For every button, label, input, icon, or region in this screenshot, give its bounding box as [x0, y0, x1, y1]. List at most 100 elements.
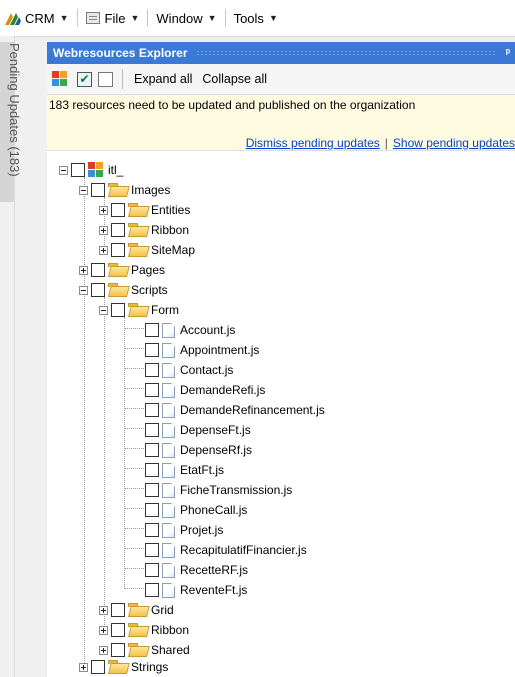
- expand-toggle[interactable]: [79, 662, 88, 672]
- tree-file-label: DepenseRf.js: [180, 443, 253, 457]
- node-checkbox[interactable]: [111, 603, 125, 617]
- menu-file[interactable]: File ▼: [81, 6, 145, 30]
- tree-file-recetterf-js[interactable]: RecetteRF.js: [145, 560, 248, 580]
- collapse-toggle[interactable]: [79, 285, 88, 295]
- node-checkbox[interactable]: [91, 263, 105, 277]
- tree-connector: [124, 448, 144, 449]
- tree-file-reventeft-js[interactable]: ReventeFt.js: [145, 580, 247, 600]
- expand-toggle[interactable]: [99, 605, 108, 615]
- tree-file-depenseft-js[interactable]: DepenseFt.js: [145, 420, 251, 440]
- dismiss-pending-updates-link[interactable]: Dismiss pending updates: [246, 136, 380, 150]
- file-icon: [85, 12, 100, 24]
- node-checkbox[interactable]: [111, 303, 125, 317]
- expand-toggle[interactable]: [99, 625, 108, 635]
- node-checkbox[interactable]: [111, 203, 125, 217]
- node-checkbox[interactable]: [91, 183, 105, 197]
- tree-file-phonecall-js[interactable]: PhoneCall.js: [145, 500, 247, 520]
- pending-updates-tab[interactable]: Pending Updates (183): [7, 43, 22, 177]
- uncheck-all-button[interactable]: [98, 71, 113, 87]
- node-checkbox[interactable]: [145, 403, 159, 417]
- tree-node-images[interactable]: Images: [79, 180, 170, 200]
- node-checkbox[interactable]: [111, 623, 125, 637]
- collapse-toggle[interactable]: [59, 165, 68, 175]
- expand-all-button[interactable]: Expand all: [134, 72, 192, 86]
- folder-icon: [108, 660, 127, 674]
- tree-file-depenserf-js[interactable]: DepenseRf.js: [145, 440, 252, 460]
- tree-file-label: RecapitulatifFinancier.js: [180, 543, 307, 557]
- panel-toolbar: ✔ Expand all Collapse all: [47, 64, 515, 94]
- tree-node-scripts-ribbon[interactable]: Ribbon: [99, 620, 189, 640]
- tree-node-label: itl_: [108, 163, 124, 177]
- folder-icon: [128, 303, 147, 317]
- node-checkbox[interactable]: [111, 643, 125, 657]
- script-file-icon: [162, 402, 175, 418]
- expand-toggle[interactable]: [99, 225, 108, 235]
- node-checkbox[interactable]: [145, 443, 159, 457]
- menu-crm[interactable]: CRM ▼: [0, 6, 74, 30]
- menu-window[interactable]: Window ▼: [151, 6, 221, 30]
- node-checkbox[interactable]: [145, 463, 159, 477]
- node-checkbox[interactable]: [145, 343, 159, 357]
- node-checkbox[interactable]: [145, 523, 159, 537]
- node-checkbox[interactable]: [91, 660, 105, 674]
- tree-file-label: DemandeRefi.js: [180, 383, 266, 397]
- tree-node-sitemap[interactable]: SiteMap: [99, 240, 195, 260]
- node-checkbox[interactable]: [111, 223, 125, 237]
- tree-file-fichetransmission-js[interactable]: FicheTransmission.js: [145, 480, 292, 500]
- tree-file-label: PhoneCall.js: [180, 503, 248, 517]
- show-pending-updates-link[interactable]: Show pending updates: [393, 136, 515, 150]
- tree-file-label: ReventeFt.js: [180, 583, 248, 597]
- tree-node-strings[interactable]: Strings: [79, 657, 168, 677]
- tree-file-demanderefinancement-js[interactable]: DemandeRefinancement.js: [145, 400, 325, 420]
- tree-file-etatft-js[interactable]: EtatFt.js: [145, 460, 224, 480]
- tree-file-recapitulatiffinancier-js[interactable]: RecapitulatifFinancier.js: [145, 540, 307, 560]
- collapse-toggle[interactable]: [99, 305, 108, 315]
- tree-node-grid[interactable]: Grid: [99, 600, 174, 620]
- pin-icon[interactable]: ᵖ: [503, 47, 513, 59]
- node-checkbox[interactable]: [71, 163, 85, 177]
- tree-node-form[interactable]: Form: [99, 300, 179, 320]
- expand-toggle[interactable]: [79, 265, 88, 275]
- tree-node-root[interactable]: itl_: [59, 160, 123, 180]
- menu-crm-label: CRM: [25, 10, 55, 26]
- tree-file-label: EtatFt.js: [180, 463, 225, 477]
- tree-file-demanderefi-js[interactable]: DemandeRefi.js: [145, 380, 265, 400]
- tree-node-label: Pages: [131, 263, 166, 277]
- expand-toggle[interactable]: [99, 245, 108, 255]
- node-checkbox[interactable]: [145, 563, 159, 577]
- tree-node-entities[interactable]: Entities: [99, 200, 190, 220]
- node-checkbox[interactable]: [111, 243, 125, 257]
- tree-connector: [124, 588, 144, 589]
- collapse-all-button[interactable]: Collapse all: [202, 72, 267, 86]
- panel-title: Webresources Explorer: [53, 46, 188, 60]
- node-checkbox[interactable]: [145, 363, 159, 377]
- node-checkbox[interactable]: [145, 503, 159, 517]
- tree-node-label: Entities: [151, 203, 191, 217]
- link-separator: |: [384, 136, 388, 150]
- menu-file-label: File: [104, 10, 126, 26]
- node-checkbox[interactable]: [145, 483, 159, 497]
- expand-toggle[interactable]: [99, 205, 108, 215]
- tree-file-account-js[interactable]: Account.js: [145, 320, 235, 340]
- menu-tools[interactable]: Tools ▼: [229, 6, 283, 30]
- collapse-toggle[interactable]: [79, 185, 88, 195]
- node-checkbox[interactable]: [145, 383, 159, 397]
- tree-file-label: Account.js: [180, 323, 236, 337]
- tree-file-contact-js[interactable]: Contact.js: [145, 360, 233, 380]
- check-all-button[interactable]: ✔: [77, 71, 92, 87]
- node-checkbox[interactable]: [145, 583, 159, 597]
- tree-file-projet-js[interactable]: Projet.js: [145, 520, 223, 540]
- node-checkbox[interactable]: [145, 323, 159, 337]
- node-checkbox[interactable]: [91, 283, 105, 297]
- node-checkbox[interactable]: [145, 543, 159, 557]
- expand-toggle[interactable]: [99, 645, 108, 655]
- tree-node-pages[interactable]: Pages: [79, 260, 165, 280]
- folder-icon: [128, 623, 147, 637]
- node-checkbox[interactable]: [145, 423, 159, 437]
- tree-node-ribbon[interactable]: Ribbon: [99, 220, 189, 240]
- tree-node-scripts[interactable]: Scripts: [79, 280, 168, 300]
- script-file-icon: [162, 362, 175, 378]
- tree-file-appointment-js[interactable]: Appointment.js: [145, 340, 259, 360]
- crm-logo-icon: [5, 13, 21, 25]
- resource-types-icon[interactable]: [52, 71, 68, 87]
